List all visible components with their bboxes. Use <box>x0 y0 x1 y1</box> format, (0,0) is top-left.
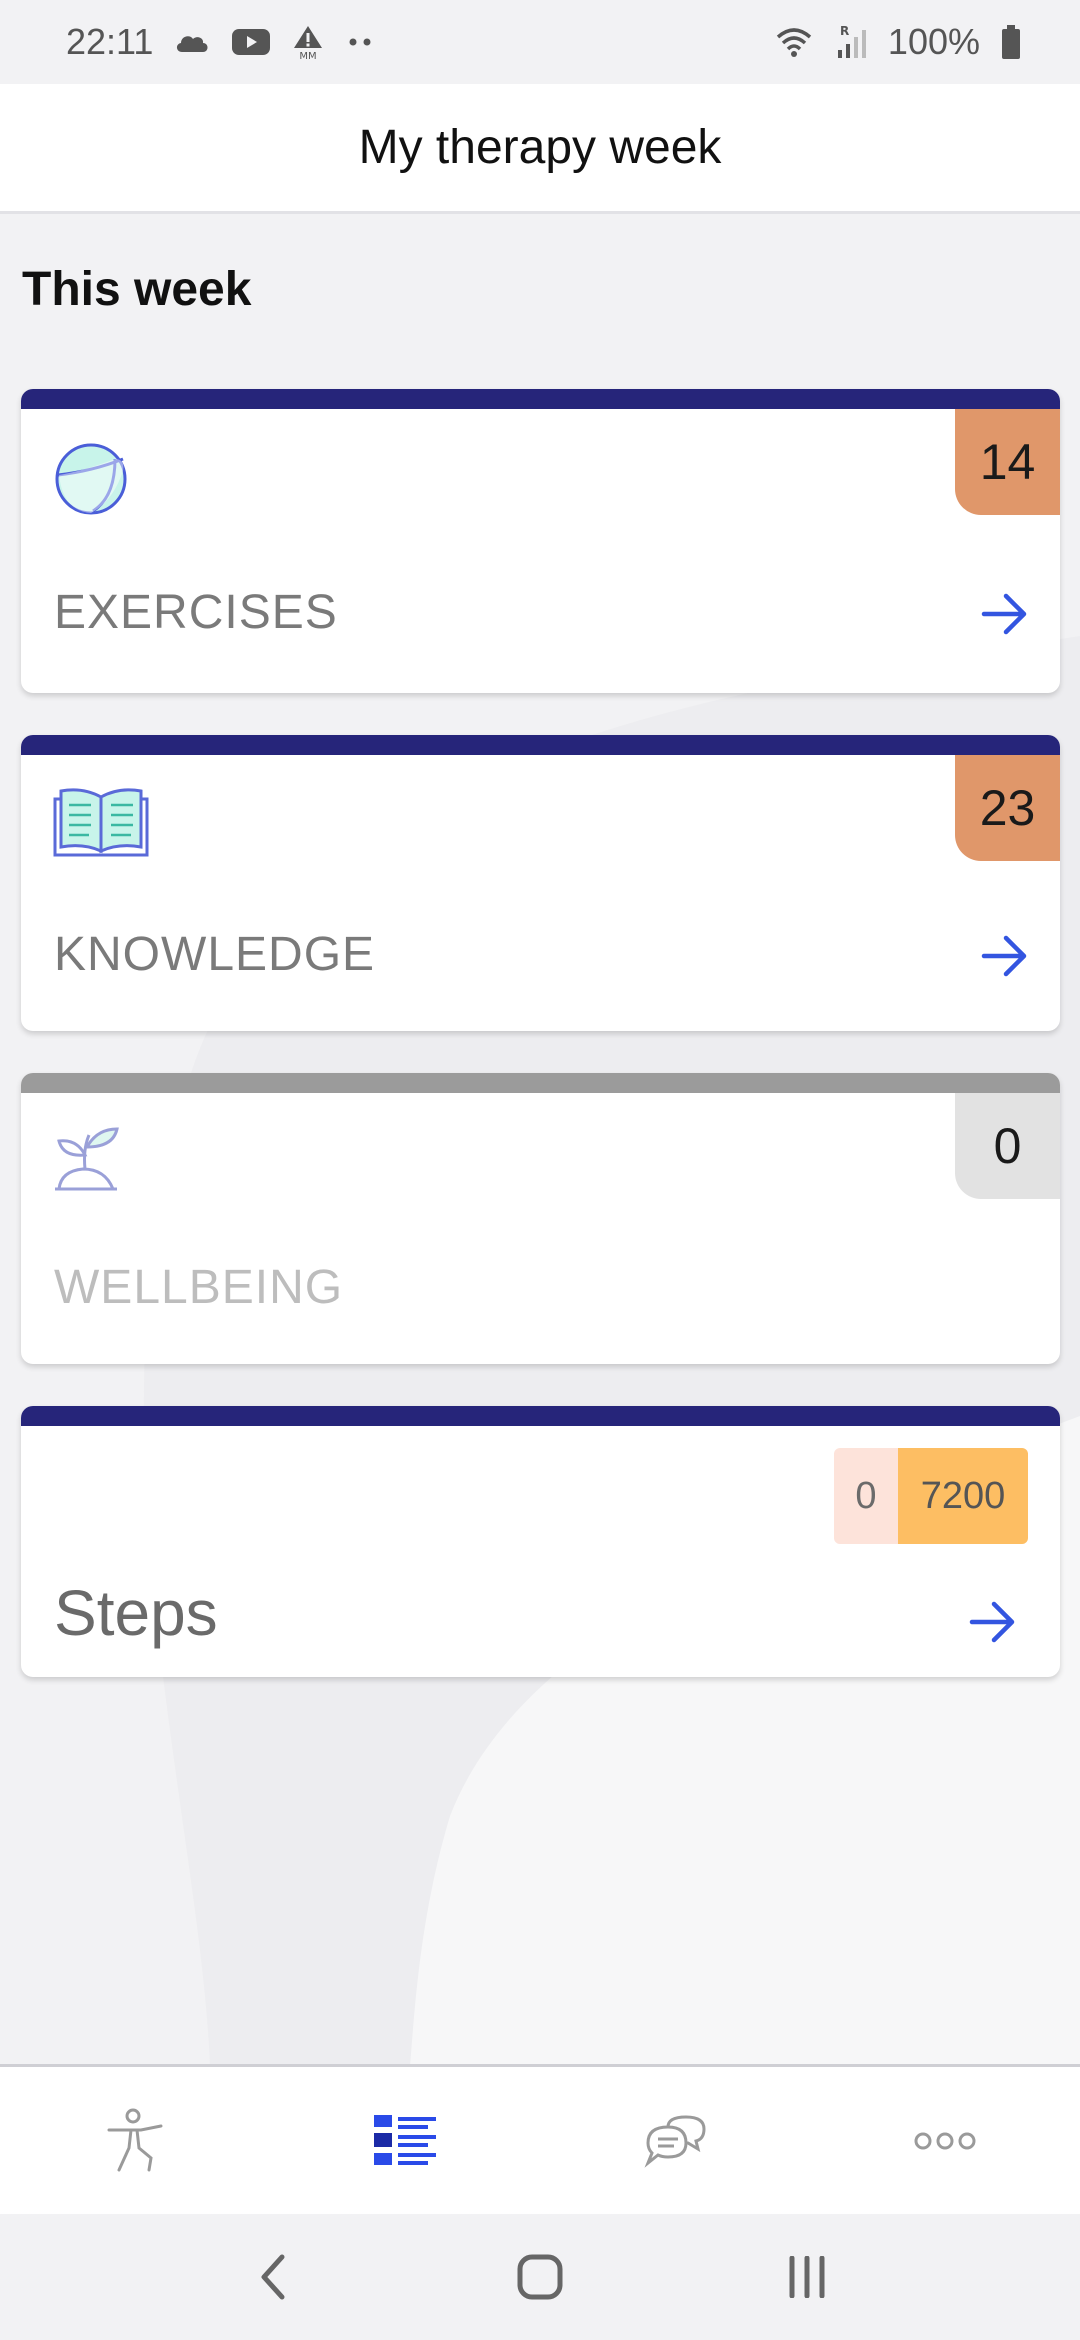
arrow-right-icon[interactable] <box>968 1600 1018 1649</box>
signal-icon: R <box>834 24 868 60</box>
alert-icon: MM <box>291 24 325 60</box>
exercises-count-badge: 14 <box>955 409 1060 515</box>
battery-icon <box>1000 24 1022 60</box>
recents-icon <box>789 2256 825 2298</box>
card-accent-bar <box>21 735 1060 755</box>
bottom-navigation <box>0 2064 1080 2214</box>
more-dots-icon <box>345 37 375 47</box>
nav-item-exercises[interactable] <box>0 2066 270 2216</box>
svg-text:R: R <box>840 24 849 38</box>
status-time: 22:11 <box>66 21 154 62</box>
home-icon <box>517 2254 563 2300</box>
card-accent-bar <box>21 1406 1060 1426</box>
chat-icon <box>644 2114 706 2168</box>
back-icon <box>261 2254 285 2300</box>
battery-text: 100% <box>887 21 980 62</box>
wellbeing-label: WELLBEING <box>54 1261 344 1314</box>
steps-label: Steps <box>54 1577 218 1649</box>
knowledge-count-badge: 23 <box>955 755 1060 861</box>
status-right: R 100% <box>774 21 1022 63</box>
wellbeing-card[interactable]: 0 WELLBEING <box>21 1073 1060 1364</box>
card-accent-bar <box>21 389 1060 409</box>
nav-item-overview[interactable] <box>270 2066 540 2216</box>
home-button[interactable] <box>480 2227 600 2327</box>
svg-text:MM: MM <box>300 51 317 60</box>
knowledge-card[interactable]: 23 KNOWLEDGE <box>21 735 1060 1031</box>
more-horizontal-icon <box>914 2132 976 2149</box>
card-accent-bar <box>21 1073 1060 1093</box>
system-navigation-bar <box>0 2214 1080 2340</box>
cloud-icon <box>173 30 211 54</box>
steps-card[interactable]: 0 7200 Steps <box>21 1406 1060 1677</box>
wifi-icon <box>774 25 814 59</box>
youtube-icon <box>231 27 271 57</box>
nav-item-chat[interactable] <box>540 2066 810 2216</box>
arrow-right-icon[interactable] <box>980 934 1030 983</box>
status-left: 22:11 MM <box>66 21 375 63</box>
wellbeing-count-badge: 0 <box>955 1093 1060 1199</box>
status-bar: 22:11 MM R 100% <box>0 0 1080 84</box>
steps-goal-badge: 7200 <box>898 1448 1028 1544</box>
nav-item-more[interactable] <box>810 2066 1080 2216</box>
recents-button[interactable] <box>747 2227 867 2327</box>
knowledge-label: KNOWLEDGE <box>54 928 376 981</box>
section-title: This week <box>22 263 252 316</box>
list-icon <box>374 2114 436 2165</box>
steps-progress: 0 7200 <box>834 1448 1028 1544</box>
exercises-card[interactable]: 14 EXERCISES <box>21 389 1060 693</box>
exercises-label: EXERCISES <box>54 586 338 639</box>
back-button[interactable] <box>213 2227 333 2327</box>
book-icon <box>53 785 149 862</box>
steps-current-badge: 0 <box>834 1448 898 1544</box>
app-bar: My therapy week <box>0 84 1080 214</box>
sprout-icon <box>53 1125 119 1196</box>
arrow-right-icon[interactable] <box>980 592 1030 641</box>
exercise-person-icon <box>107 2108 163 2171</box>
exercise-ball-icon <box>53 441 129 522</box>
page-title: My therapy week <box>358 121 722 174</box>
